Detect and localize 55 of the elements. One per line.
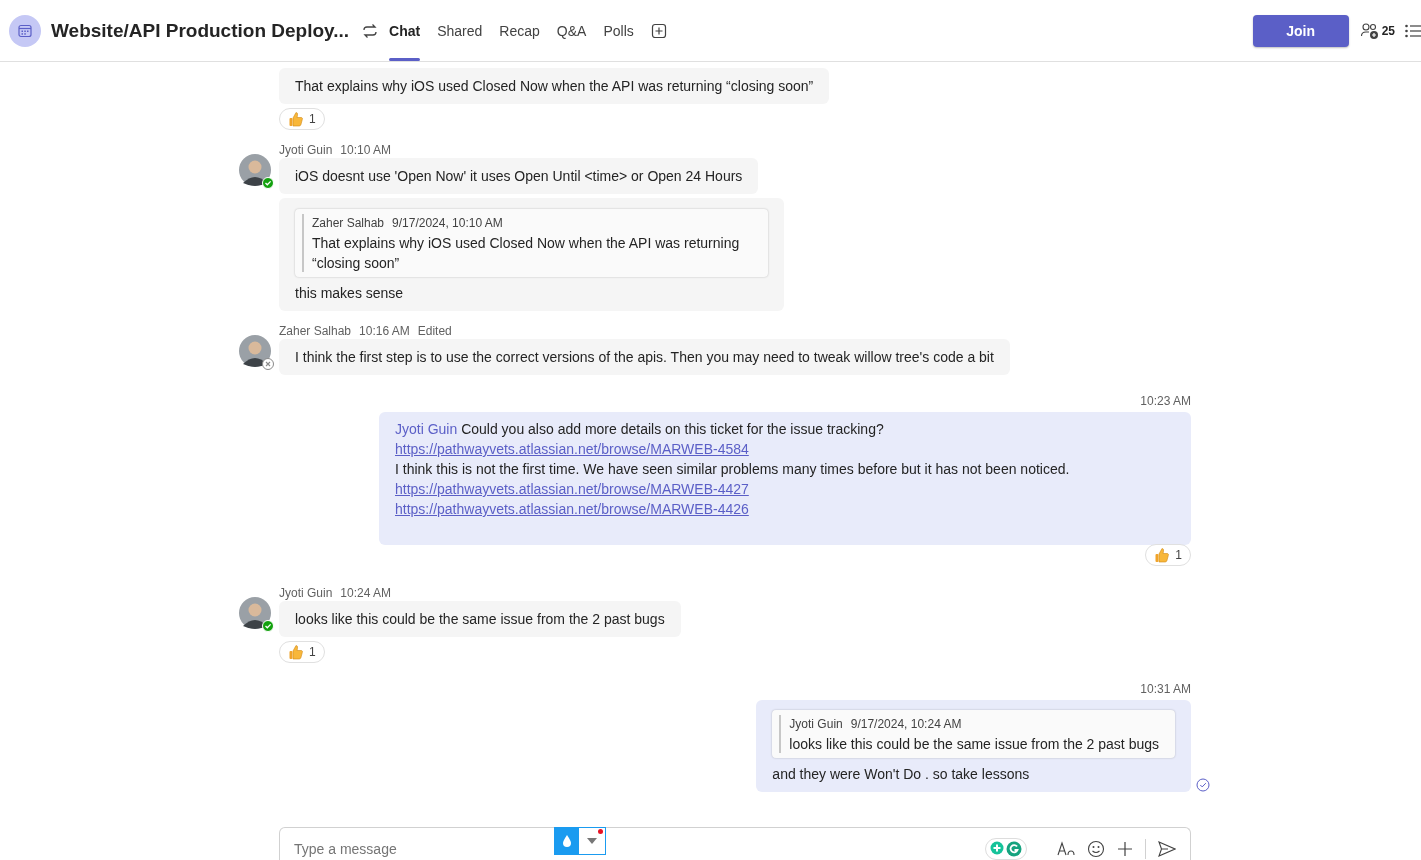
edited-label: Edited — [417, 324, 452, 338]
message-bubble: I think the first step is to use the correct versions of the apis. Then you may need to tweak willow tree's code a bit — [279, 339, 1010, 375]
quote-text: looks like this could be the same issue from the 2 past bugs — [789, 735, 1159, 754]
message-time: 10:16 AM — [359, 324, 410, 338]
author-name: Jyoti Guin — [279, 143, 333, 157]
send-icon[interactable] — [1158, 841, 1176, 857]
list-icon[interactable] — [1405, 23, 1421, 38]
sync-icon[interactable] — [361, 21, 380, 40]
join-button[interactable]: Join — [1252, 14, 1349, 47]
add-tab-icon[interactable] — [650, 22, 667, 39]
message-input[interactable]: Type a message — [292, 840, 536, 858]
meeting-title: Website/API Production Deploy... — [51, 19, 350, 42]
caret-icon[interactable] — [586, 837, 598, 845]
ticket-link[interactable]: https://pathwayvets.atlassian.net/browse/MARWEB-4426 — [395, 499, 1175, 519]
thumbs-up-icon — [1154, 547, 1171, 563]
tab[interactable]: Chat — [381, 0, 429, 61]
reaction-button[interactable]: 1 — [279, 108, 325, 130]
quote-text: That explains why iOS used Closed Now when the API was returning “closing soon” — [312, 234, 741, 273]
author-name: Jyoti Guin — [279, 586, 333, 600]
message-text: and they were Won't Do . so take lessons — [772, 765, 1031, 784]
reaction-button[interactable]: 1 — [1145, 544, 1191, 566]
reaction-button[interactable]: 1 — [279, 641, 325, 663]
grammar-logo-icon[interactable] — [1006, 841, 1022, 857]
tab[interactable]: Q&A — [548, 0, 595, 61]
message-bubble: Zaher Salhab 9/17/2024, 10:10 AM That explains why iOS used Closed Now when the API was returning “closing soon” this makes sense — [279, 198, 784, 311]
message-time: 10:10 AM — [340, 143, 392, 157]
droplet-icon[interactable] — [562, 834, 572, 848]
tab[interactable]: Recap — [491, 0, 548, 61]
quote-author: Jyoti Guin — [789, 716, 843, 733]
message-time: 10:23 AM — [1140, 394, 1191, 408]
quote-author: Zaher Salhab — [312, 215, 385, 232]
emoji-icon[interactable] — [1087, 840, 1105, 858]
quote-time: 9/17/2024, 10:24 AM — [850, 716, 962, 733]
tab[interactable]: Shared — [429, 0, 491, 61]
message-text: I think this is not the first time. We have seen similar problems many times before but it has not been noticed. — [395, 460, 1071, 479]
add-icon[interactable] — [1117, 841, 1133, 857]
thumbs-up-icon — [288, 644, 304, 660]
ticket-link[interactable]: https://pathwayvets.atlassian.net/browse/MARWEB-4584 — [395, 439, 1175, 459]
quoted-message[interactable]: Zaher Salhab 9/17/2024, 10:10 AM That explains why iOS used Closed Now when the API was returning “closing soon” — [295, 209, 768, 277]
message-time: 10:24 AM — [340, 586, 392, 600]
format-icon[interactable] — [1057, 841, 1075, 857]
ticket-link[interactable]: https://pathwayvets.atlassian.net/browse/MARWEB-4427 — [395, 479, 1175, 499]
participants-button[interactable]: 25 — [1359, 21, 1395, 40]
message-bubble: That explains why iOS used Closed Now when the API was returning “closing soon” — [279, 68, 830, 104]
quoted-message[interactable]: Jyoti Guin 9/17/2024, 10:24 AM looks like this could be the same issue from the 2 past bugs — [772, 710, 1175, 758]
message-bubble: iOS doesnt use 'Open Now' it uses Open Until <time> or Open 24 Hours — [279, 158, 759, 194]
author-name: Zaher Salhab — [279, 324, 352, 338]
message-time: 10:31 AM — [1140, 682, 1191, 696]
message-text: Jyoti Guin Could you also add more details on this ticket for the issue tracking? — [395, 420, 885, 439]
quote-time: 9/17/2024, 10:10 AM — [392, 215, 503, 232]
message-bubble: looks like this could be the same issue from the 2 past bugs — [279, 601, 681, 637]
thumbs-up-icon — [288, 111, 304, 127]
calendar-icon — [18, 23, 32, 38]
notification-dot-icon — [598, 829, 603, 834]
tab[interactable]: Polls — [595, 0, 642, 61]
